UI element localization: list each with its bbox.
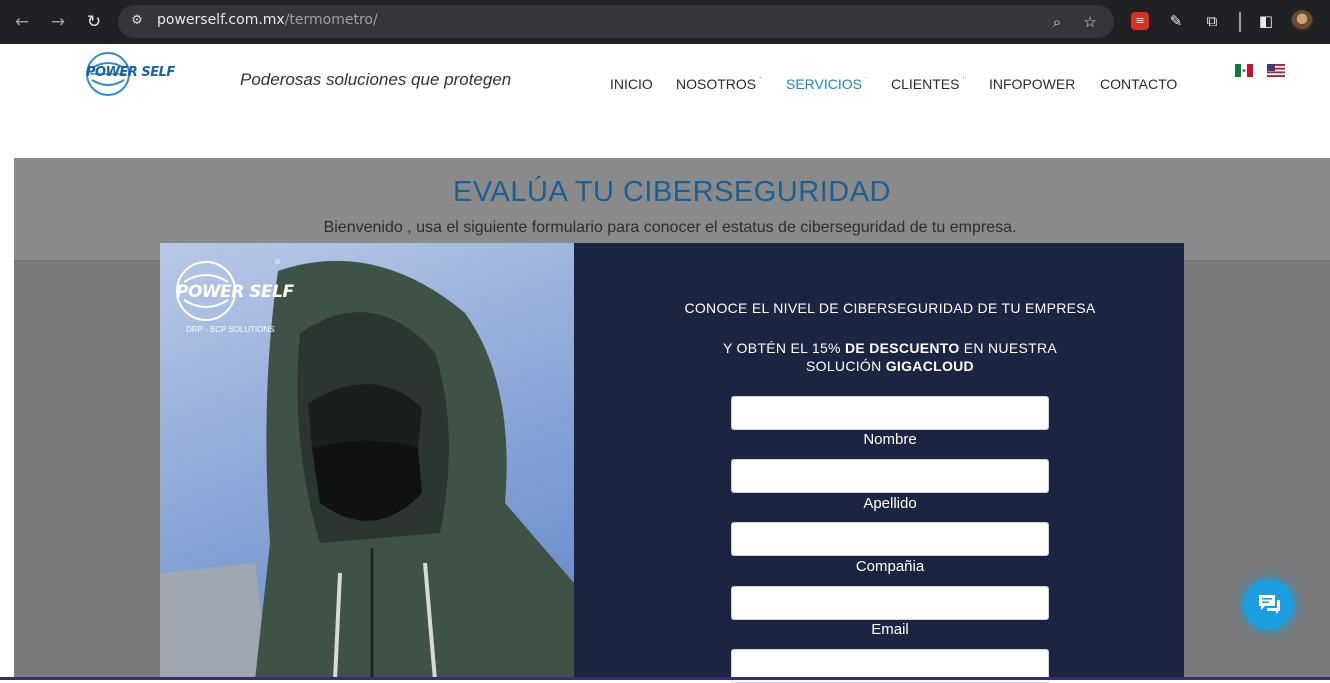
- nombre-input[interactable]: [731, 396, 1049, 430]
- side-panel-icon[interactable]: ◧: [1255, 10, 1277, 32]
- bookmark-star-icon[interactable]: ☆: [1079, 11, 1101, 33]
- site-header: [0, 44, 1330, 158]
- site-info-icon[interactable]: ⚙: [126, 10, 148, 32]
- logo-text: POWER SELF: [86, 65, 175, 80]
- nav-servicios[interactable]: SERVICIOS ˙: [786, 76, 868, 92]
- compania-label: Compañia: [855, 558, 925, 575]
- nav-inicio[interactable]: INICIO: [610, 76, 653, 92]
- address-bar[interactable]: ⚙ powerself.com.mx/termometro/ ⌕ ☆: [118, 5, 1114, 38]
- offer-text-1: Y OBTÉN EL 15%: [722, 340, 845, 356]
- reload-icon[interactable]: ↻: [81, 9, 107, 35]
- nav-servicios-label: SERVICIOS: [786, 76, 862, 92]
- email-label: Email: [871, 621, 909, 638]
- offer-product: GIGACLOUD: [885, 358, 974, 374]
- modal-logo-subtitle: DRP - BCP SOLUTIONS: [186, 325, 275, 334]
- nav-clientes[interactable]: CLIENTES ˙: [891, 76, 965, 92]
- mexico-flag-icon[interactable]: [1235, 64, 1253, 77]
- nav-contacto-label: CONTACTO: [1100, 76, 1178, 92]
- url-text[interactable]: powerself.com.mx/termometro/: [157, 12, 378, 28]
- page-title: EVALÚA TU CIBERSEGURIDAD: [453, 176, 891, 208]
- nav-infopower-label: INFOPOWER: [989, 76, 1076, 92]
- page-subtitle: Bienvenido , usa el siguiente formulario…: [323, 219, 1017, 236]
- back-icon[interactable]: ←: [9, 9, 35, 35]
- profile-avatar[interactable]: [1291, 10, 1313, 32]
- nav-nosotros-label: NOSOTROS: [676, 76, 757, 92]
- nav-clientes-label: CLIENTES: [891, 76, 960, 92]
- offer-text-2: EN NUESTRA: [959, 340, 1058, 356]
- nav-infopower[interactable]: INFOPOWER: [989, 76, 1075, 92]
- dropdown-caret-icon: ˙: [962, 76, 966, 86]
- nav-nosotros[interactable]: NOSOTROS ˙: [676, 76, 762, 92]
- dropdown-caret-icon: ˙: [865, 76, 868, 86]
- browser-toolbar: ← → ↻ ⚙ powerself.com.mx/termometro/ ⌕ ☆…: [0, 0, 1330, 44]
- color-picker-icon[interactable]: ✎: [1165, 10, 1187, 32]
- apellido-input[interactable]: [731, 459, 1049, 493]
- zoom-icon[interactable]: ⌕: [1046, 11, 1068, 33]
- nav-inicio-label: INICIO: [610, 76, 653, 92]
- usa-flag-icon[interactable]: [1267, 64, 1285, 77]
- url-path: /termometro/: [284, 12, 378, 28]
- chat-bubble-icon[interactable]: [1256, 592, 1282, 616]
- forward-icon[interactable]: →: [45, 9, 71, 35]
- site-tagline: Poderosas soluciones que protegen: [240, 70, 512, 89]
- extension-todoist-icon[interactable]: ≡: [1131, 12, 1149, 30]
- registered-mark: ®: [274, 258, 281, 266]
- form-heading: CONOCE EL NIVEL DE CIBERSEGURIDAD DE TU …: [684, 300, 1096, 316]
- email-input[interactable]: [731, 586, 1049, 620]
- nav-contacto[interactable]: CONTACTO: [1100, 76, 1177, 92]
- modal-logo-text: POWER SELF: [176, 282, 294, 302]
- offer-discount: DE DESCUENTO: [844, 340, 960, 356]
- extensions-puzzle-icon[interactable]: ⧉: [1201, 10, 1223, 32]
- form-offer: Y OBTÉN EL 15% DE DESCUENTO EN NUESTRA S…: [575, 339, 1205, 375]
- dropdown-caret-icon: ˙: [759, 76, 763, 86]
- url-host: powerself.com.mx: [157, 12, 285, 28]
- toolbar-divider: [1239, 12, 1241, 32]
- apellido-label: Apellido: [863, 495, 917, 512]
- offer-text-3: SOLUCIÓN: [806, 358, 886, 374]
- compania-input[interactable]: [731, 522, 1049, 556]
- nombre-label: Nombre: [863, 431, 917, 448]
